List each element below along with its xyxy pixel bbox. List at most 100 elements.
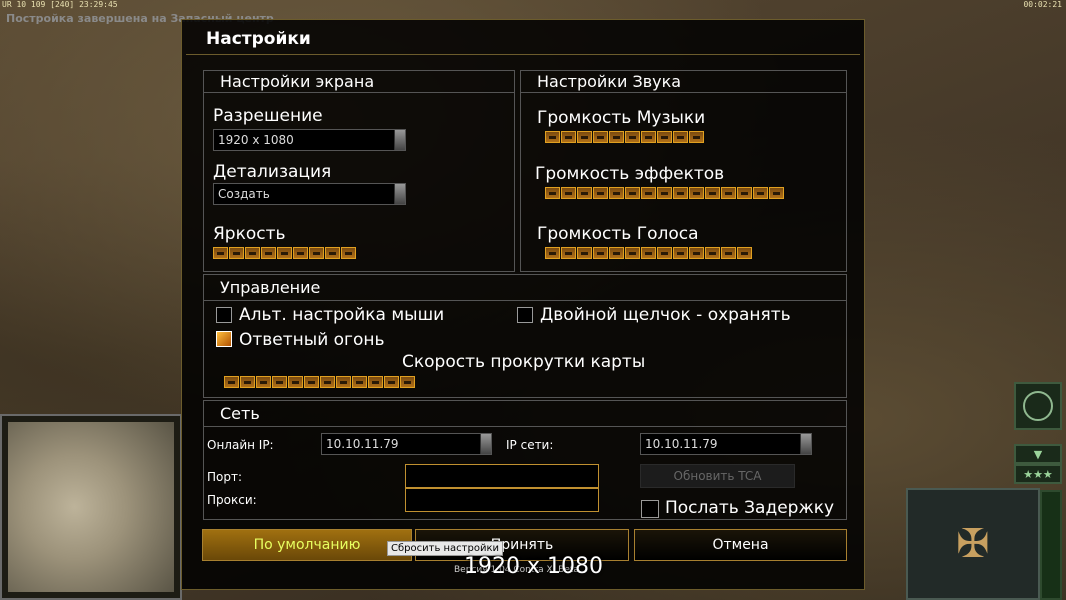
slider-segment — [352, 376, 367, 388]
online-ip-dropdown[interactable]: 10.10.11.79 — [321, 433, 492, 455]
default-button[interactable]: По умолчанию — [202, 529, 412, 561]
proxy-label: Прокси: — [207, 493, 257, 507]
slider-segment — [657, 187, 672, 199]
slider-segment — [577, 247, 592, 259]
slider-segment — [577, 131, 592, 143]
power-bar — [1040, 490, 1062, 600]
resolution-value: 1920 x 1080 — [218, 133, 294, 147]
chevron-down-icon: ▼ — [1033, 447, 1043, 461]
effects-volume-slider[interactable] — [545, 187, 785, 201]
slider-segment — [336, 376, 351, 388]
slider-segment — [545, 131, 560, 143]
proxy-input[interactable] — [405, 488, 599, 512]
sound-settings-section: Настройки Звука Громкость Музыки Громкос… — [520, 70, 847, 272]
slider-segment — [277, 247, 292, 259]
resolution-dropdown[interactable]: 1920 x 1080 — [213, 129, 406, 151]
slider-segment — [753, 187, 768, 199]
double-click-guard-label: Двойной щелчок - охранять — [540, 305, 791, 325]
lan-ip-dropdown[interactable]: 10.10.11.79 — [640, 433, 812, 455]
slider-segment — [545, 247, 560, 259]
alt-mouse-label: Альт. настройка мыши — [239, 305, 445, 325]
stars-icon: ★★★ — [1023, 467, 1053, 481]
sound-section-header: Настройки Звука — [521, 71, 846, 93]
faction-emblem: ✠ — [906, 488, 1040, 600]
rank-stars-button[interactable]: ★★★ — [1014, 464, 1062, 484]
radar-icon — [1023, 391, 1053, 421]
slider-segment — [737, 247, 752, 259]
slider-segment — [320, 376, 335, 388]
send-delay-checkbox[interactable] — [641, 500, 659, 518]
slider-segment — [240, 376, 255, 388]
hud-top-bar: UR 10 109 [240] 23:29:45 00:02:21 — [0, 0, 1066, 10]
dialog-title: Настройки — [206, 29, 311, 49]
brightness-slider[interactable] — [213, 247, 357, 261]
slider-segment — [673, 131, 688, 143]
hud-game-timer: 00:02:21 — [1023, 0, 1062, 9]
dropdown-arrow-icon — [394, 130, 405, 150]
alt-mouse-checkbox[interactable] — [216, 307, 232, 323]
network-section-header: Сеть — [204, 401, 846, 427]
update-tca-button[interactable]: Обновить TCA — [640, 464, 795, 488]
effects-volume-label: Громкость эффектов — [535, 164, 725, 184]
scroll-speed-label: Скорость прокрутки карты — [402, 352, 646, 372]
slider-segment — [593, 247, 608, 259]
slider-segment — [304, 376, 319, 388]
slider-segment — [625, 187, 640, 199]
slider-segment — [769, 187, 784, 199]
slider-segment — [256, 376, 271, 388]
detail-value: Создать — [218, 187, 270, 201]
lan-ip-value: 10.10.11.79 — [645, 437, 718, 451]
sound-section-title: Настройки Звука — [537, 72, 682, 91]
detail-dropdown[interactable]: Создать — [213, 183, 406, 205]
online-ip-value: 10.10.11.79 — [326, 437, 399, 451]
detail-label: Детализация — [213, 162, 332, 182]
display-section-title: Настройки экрана — [220, 72, 375, 91]
slider-segment — [577, 187, 592, 199]
send-delay-label: Послать Задержку — [665, 498, 835, 518]
voice-volume-label: Громкость Голоса — [537, 224, 699, 244]
return-fire-label: Ответный огонь — [239, 330, 385, 350]
slider-segment — [673, 247, 688, 259]
brightness-label: Яркость — [213, 224, 286, 244]
dropdown-arrow-icon — [800, 434, 811, 454]
slider-segment — [545, 187, 560, 199]
slider-segment — [400, 376, 415, 388]
resolution-label: Разрешение — [213, 106, 323, 126]
slider-segment — [737, 187, 752, 199]
slider-segment — [293, 247, 308, 259]
slider-segment — [641, 131, 656, 143]
display-section-header: Настройки экрана — [204, 71, 514, 93]
port-input[interactable] — [405, 464, 599, 488]
cancel-button[interactable]: Отмена — [634, 529, 847, 561]
return-fire-checkbox[interactable] — [216, 331, 232, 347]
double-click-guard-checkbox[interactable] — [517, 307, 533, 323]
online-ip-label: Онлайн IP: — [207, 438, 274, 452]
minimap[interactable] — [0, 414, 182, 600]
controls-section-title: Управление — [220, 278, 321, 297]
slider-segment — [625, 247, 640, 259]
slider-segment — [689, 187, 704, 199]
slider-segment — [309, 247, 324, 259]
slider-segment — [689, 247, 704, 259]
controls-section-header: Управление — [204, 275, 846, 301]
scroll-speed-slider[interactable] — [224, 376, 416, 390]
voice-volume-slider[interactable] — [545, 247, 753, 261]
slider-segment — [705, 247, 720, 259]
slider-segment — [721, 187, 736, 199]
slider-segment — [593, 131, 608, 143]
network-section-title: Сеть — [220, 404, 260, 423]
title-divider — [186, 54, 860, 55]
slider-segment — [272, 376, 287, 388]
slider-segment — [673, 187, 688, 199]
music-volume-slider[interactable] — [545, 131, 705, 145]
slider-segment — [721, 247, 736, 259]
collapse-arrow-button[interactable]: ▼ — [1014, 444, 1062, 464]
slider-segment — [705, 187, 720, 199]
slider-segment — [625, 131, 640, 143]
slider-segment — [609, 187, 624, 199]
port-label: Порт: — [207, 470, 243, 484]
network-section: Сеть Онлайн IP: 10.10.11.79 IP сети: 10.… — [203, 400, 847, 520]
dropdown-arrow-icon — [394, 184, 405, 204]
slider-segment — [368, 376, 383, 388]
radar-button[interactable] — [1014, 382, 1062, 430]
